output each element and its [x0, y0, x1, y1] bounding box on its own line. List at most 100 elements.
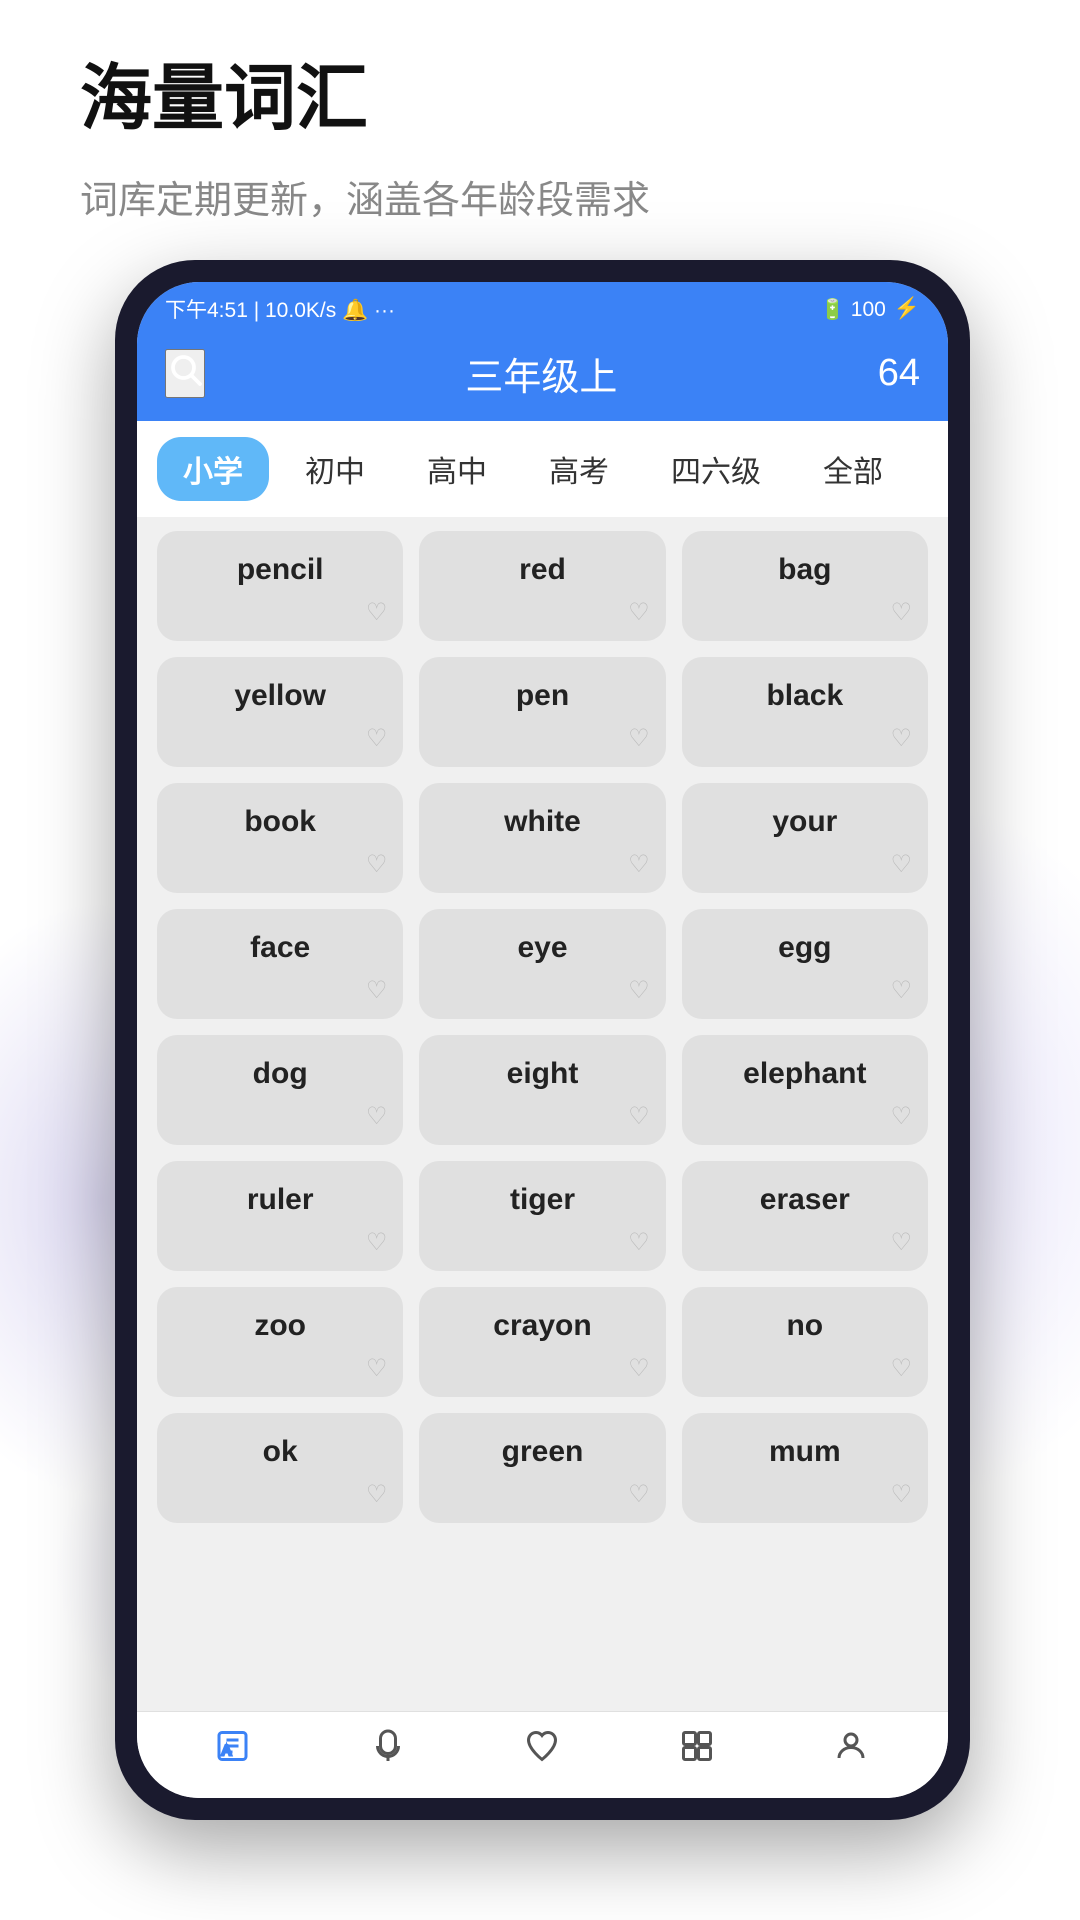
word-text: tiger	[510, 1183, 575, 1217]
favorite-icon[interactable]: ♡	[628, 1354, 650, 1383]
status-time: 下午4:51 | 10.0K/s 🔔 ···	[165, 294, 395, 324]
word-card[interactable]: pencil ♡	[157, 531, 403, 641]
word-grid-container: pencil♡red♡bag♡yellow♡pen♡black♡book♡whi…	[137, 517, 948, 1711]
tab-all[interactable]: 全部	[797, 437, 909, 501]
nav-vocabulary[interactable]: A	[216, 1728, 252, 1774]
word-card[interactable]: dog♡	[157, 1035, 403, 1145]
word-card[interactable]: crayon ♡	[419, 1287, 665, 1397]
favorite-icon[interactable]: ♡	[366, 1480, 388, 1509]
word-text: mum	[769, 1435, 841, 1469]
word-card[interactable]: white ♡	[419, 783, 665, 893]
status-icons: 🔋 100 ⚡	[820, 297, 920, 322]
page-subtitle: 词库定期更新，涵盖各年龄段需求	[80, 169, 650, 224]
word-count: 64	[878, 352, 920, 395]
word-text: eye	[517, 931, 567, 965]
word-card[interactable]: book ♡	[157, 783, 403, 893]
favorite-icon[interactable]: ♡	[890, 976, 912, 1005]
nav-favorites[interactable]	[524, 1728, 560, 1774]
word-text: book	[244, 805, 316, 839]
favorite-icon[interactable]: ♡	[366, 850, 388, 879]
bottom-nav: A	[137, 1711, 948, 1798]
favorite-icon[interactable]: ♡	[628, 1102, 650, 1131]
word-card[interactable]: mum ♡	[682, 1413, 928, 1523]
word-text: ruler	[247, 1183, 314, 1217]
favorite-icon[interactable]: ♡	[890, 1102, 912, 1131]
favorite-icon[interactable]: ♡	[890, 1228, 912, 1257]
favorite-icon[interactable]: ♡	[366, 1228, 388, 1257]
word-card[interactable]: ruler ♡	[157, 1161, 403, 1271]
tab-middle[interactable]: 初中	[279, 437, 391, 501]
word-card[interactable]: black ♡	[682, 657, 928, 767]
word-text: green	[502, 1435, 584, 1469]
word-card[interactable]: eight ♡	[419, 1035, 665, 1145]
search-button[interactable]	[165, 349, 205, 398]
favorite-icon[interactable]: ♡	[890, 724, 912, 753]
page-header: 海量词汇 词库定期更新，涵盖各年龄段需求	[80, 60, 650, 224]
favorite-icon[interactable]: ♡	[366, 1354, 388, 1383]
word-card[interactable]: green ♡	[419, 1413, 665, 1523]
word-card[interactable]: your ♡	[682, 783, 928, 893]
word-text: ok	[263, 1435, 298, 1469]
word-text: eight	[507, 1057, 579, 1091]
expand-icon	[679, 1728, 715, 1774]
word-card[interactable]: red ♡	[419, 531, 665, 641]
word-text: white	[504, 805, 581, 839]
heart-nav-icon	[524, 1728, 560, 1774]
favorite-icon[interactable]: ♡	[366, 976, 388, 1005]
word-text: yellow	[234, 679, 326, 713]
word-card[interactable]: egg♡	[682, 909, 928, 1019]
nav-profile[interactable]	[833, 1728, 869, 1774]
favorite-icon[interactable]: ♡	[890, 598, 912, 627]
word-text: zoo	[254, 1309, 306, 1343]
word-text: red	[519, 553, 566, 587]
word-text: your	[772, 805, 837, 839]
nav-expand[interactable]	[679, 1728, 715, 1774]
category-tabs: 小学 初中 高中 高考 四六级 全部	[137, 421, 948, 517]
favorite-icon[interactable]: ♡	[628, 598, 650, 627]
svg-text:A: A	[222, 1743, 231, 1758]
word-card[interactable]: eraser ♡	[682, 1161, 928, 1271]
profile-icon	[833, 1728, 869, 1774]
word-text: bag	[778, 553, 831, 587]
word-text: pencil	[237, 553, 324, 587]
favorite-icon[interactable]: ♡	[628, 850, 650, 879]
favorite-icon[interactable]: ♡	[628, 724, 650, 753]
tab-gaokao[interactable]: 高考	[523, 437, 635, 501]
tab-cet[interactable]: 四六级	[645, 437, 787, 501]
word-card[interactable]: zoo ♡	[157, 1287, 403, 1397]
vocabulary-icon: A	[216, 1728, 252, 1774]
favorite-icon[interactable]: ♡	[366, 724, 388, 753]
status-bar: 下午4:51 | 10.0K/s 🔔 ··· 🔋 100 ⚡	[137, 282, 948, 332]
word-card[interactable]: eye ♡	[419, 909, 665, 1019]
tab-primary[interactable]: 小学	[157, 437, 269, 501]
favorite-icon[interactable]: ♡	[366, 598, 388, 627]
app-header: 三年级上 64	[137, 332, 948, 421]
charging-icon: ⚡	[894, 297, 920, 321]
phone-screen: 下午4:51 | 10.0K/s 🔔 ··· 🔋 100 ⚡ 三年级上 64 小…	[137, 282, 948, 1798]
favorite-icon[interactable]: ♡	[628, 976, 650, 1005]
word-card[interactable]: tiger ♡	[419, 1161, 665, 1271]
word-card[interactable]: ok ♡	[157, 1413, 403, 1523]
word-text: eraser	[760, 1183, 850, 1217]
page-title: 海量词汇	[80, 60, 650, 139]
word-grid: pencil♡red♡bag♡yellow♡pen♡black♡book♡whi…	[157, 531, 928, 1523]
word-card[interactable]: yellow ♡	[157, 657, 403, 767]
word-card[interactable]: no ♡	[682, 1287, 928, 1397]
tab-high[interactable]: 高中	[401, 437, 513, 501]
favorite-icon[interactable]: ♡	[628, 1480, 650, 1509]
word-text: black	[766, 679, 843, 713]
word-text: crayon	[493, 1309, 591, 1343]
favorite-icon[interactable]: ♡	[890, 850, 912, 879]
favorite-icon[interactable]: ♡	[366, 1102, 388, 1131]
word-card[interactable]: face♡	[157, 909, 403, 1019]
word-card[interactable]: pen♡	[419, 657, 665, 767]
word-text: elephant	[743, 1057, 866, 1091]
word-card[interactable]: elephant ♡	[682, 1035, 928, 1145]
word-card[interactable]: bag ♡	[682, 531, 928, 641]
nav-listening[interactable]	[370, 1728, 406, 1774]
listening-icon	[370, 1728, 406, 1774]
favorite-icon[interactable]: ♡	[628, 1228, 650, 1257]
favorite-icon[interactable]: ♡	[890, 1354, 912, 1383]
word-text: no	[786, 1309, 823, 1343]
favorite-icon[interactable]: ♡	[890, 1480, 912, 1509]
